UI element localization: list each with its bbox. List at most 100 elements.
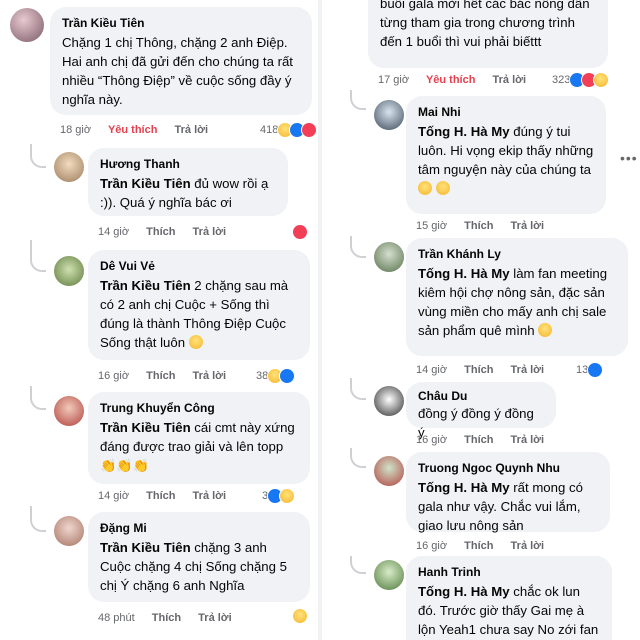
timestamp[interactable]: 16 giờ bbox=[416, 540, 447, 552]
timestamp[interactable]: 16 giờ bbox=[98, 370, 129, 382]
comment-bubble: Dê Vui Vẻ Trần Kiều Tiên 2 chặng sau mà … bbox=[88, 250, 310, 360]
timestamp[interactable]: 18 giờ bbox=[60, 124, 91, 136]
timestamp[interactable]: 14 giờ bbox=[98, 226, 129, 238]
thread-line bbox=[350, 236, 366, 258]
ellipsis-icon[interactable]: ••• bbox=[620, 150, 638, 166]
mention-link[interactable]: Trần Kiều Tiên bbox=[100, 176, 191, 191]
comment-actions: 16 giờ Thích Trả lời bbox=[98, 370, 240, 382]
reply-button[interactable]: Trả lời bbox=[493, 74, 527, 86]
author-name[interactable]: Trần Kiều Tiên bbox=[62, 15, 300, 31]
timestamp[interactable]: 48 phút bbox=[98, 612, 135, 624]
author-name[interactable]: Trần Khánh Ly bbox=[418, 246, 616, 262]
timestamp[interactable]: 17 giờ bbox=[378, 74, 409, 86]
mention-link[interactable]: Tống H. Hà My bbox=[418, 266, 510, 281]
reply-button[interactable]: Trả lời bbox=[193, 226, 227, 238]
avatar[interactable] bbox=[54, 396, 84, 426]
reply-button[interactable]: Trả lời bbox=[511, 540, 545, 552]
avatar[interactable] bbox=[374, 456, 404, 486]
avatar[interactable] bbox=[374, 386, 404, 416]
thread-line bbox=[350, 378, 366, 400]
mention-link[interactable]: Tống H. Hà My bbox=[418, 124, 510, 139]
author-name[interactable]: Truong Ngoc Quynh Nhu bbox=[418, 460, 598, 476]
reaction-summary[interactable]: 38 bbox=[256, 368, 296, 384]
like-button[interactable]: Thích bbox=[464, 364, 493, 376]
comment-actions: 14 giờ Thích Trả lời bbox=[416, 364, 558, 376]
mention-link[interactable]: Tống H. Hà My bbox=[418, 480, 510, 495]
like-button[interactable]: Yêu thích bbox=[108, 124, 158, 136]
like-button[interactable]: Thích bbox=[152, 612, 181, 624]
comment-actions: 14 giờ Thích Trả lời bbox=[98, 490, 240, 502]
haha-reaction-icon bbox=[593, 72, 610, 88]
thread-line bbox=[30, 506, 46, 532]
reaction-summary[interactable]: 323 bbox=[552, 72, 610, 88]
like-reaction-icon bbox=[587, 362, 604, 378]
avatar[interactable] bbox=[374, 242, 404, 272]
like-button[interactable]: Thích bbox=[464, 220, 493, 232]
left-comment-panel: Trần Kiều Tiên Chặng 1 chị Thông, chặng … bbox=[0, 0, 318, 640]
mention-link[interactable]: Tống H. Hà My bbox=[418, 584, 510, 599]
timestamp[interactable]: 15 giờ bbox=[416, 220, 447, 232]
thread-line bbox=[350, 556, 366, 574]
reaction-summary[interactable]: 418 bbox=[260, 122, 318, 138]
author-name[interactable]: Hanh Trinh bbox=[418, 564, 600, 580]
thread-line bbox=[30, 240, 46, 272]
reply-button[interactable]: Trả lời bbox=[193, 490, 227, 502]
reply-button[interactable]: Trả lời bbox=[198, 612, 232, 624]
comment-actions: 16 giờ Thích Trả lời bbox=[416, 540, 558, 552]
mention-link[interactable]: Trần Kiều Tiên bbox=[100, 540, 191, 555]
reaction-summary[interactable]: 13 bbox=[576, 362, 604, 378]
right-comment-panel: buổi gala mời hết các bác nông dân từng … bbox=[322, 0, 640, 640]
comment-actions: 16 giờ Thích Trả lời bbox=[416, 434, 558, 446]
author-name[interactable]: Đặng Mi bbox=[100, 520, 298, 536]
author-name[interactable]: Hương Thanh bbox=[100, 156, 276, 172]
clap-emoji-icon: 👏👏👏 bbox=[100, 458, 150, 473]
avatar[interactable] bbox=[374, 100, 404, 130]
author-name[interactable]: Dê Vui Vẻ bbox=[100, 258, 298, 274]
comment-bubble: Đặng Mi Trần Kiều Tiên chặng 3 anh Cuộc … bbox=[88, 512, 310, 602]
avatar[interactable] bbox=[54, 516, 84, 546]
author-name[interactable]: Châu Du bbox=[418, 388, 544, 404]
thread-line bbox=[350, 90, 366, 110]
like-button[interactable]: Thích bbox=[464, 540, 493, 552]
avatar[interactable] bbox=[54, 152, 84, 182]
author-name[interactable]: Trung Khuyển Công bbox=[100, 400, 298, 416]
comment-bubble: Hanh Trinh Tống H. Hà My chắc ok lun đó.… bbox=[406, 556, 612, 640]
comment-bubble: Trần Kiều Tiên Chặng 1 chị Thông, chặng … bbox=[50, 7, 312, 115]
author-name[interactable]: Mai Nhi bbox=[418, 104, 594, 120]
avatar[interactable] bbox=[54, 256, 84, 286]
comment-text: buổi gala mời hết các bác nông dân từng … bbox=[380, 0, 590, 49]
like-button[interactable]: Thích bbox=[146, 370, 175, 382]
like-button[interactable]: Thích bbox=[146, 490, 175, 502]
timestamp[interactable]: 16 giờ bbox=[416, 434, 447, 446]
reply-button[interactable]: Trả lời bbox=[193, 370, 227, 382]
haha-reaction-icon bbox=[292, 608, 308, 624]
like-reaction-icon bbox=[279, 368, 296, 384]
reaction-summary[interactable]: 3 bbox=[262, 488, 296, 504]
heart-eyes-emoji-icon bbox=[418, 181, 432, 195]
comment-bubble: Mai Nhi Tống H. Hà My đúng ý tui luôn. H… bbox=[406, 96, 606, 214]
mention-link[interactable]: Trần Kiều Tiên bbox=[100, 278, 191, 293]
comment-bubble: buổi gala mời hết các bác nông dân từng … bbox=[368, 0, 608, 68]
comment-actions: 18 giờ Yêu thích Trả lời bbox=[60, 124, 222, 136]
avatar[interactable] bbox=[10, 8, 44, 42]
reply-button[interactable]: Trả lời bbox=[511, 364, 545, 376]
like-button[interactable]: Thích bbox=[146, 226, 175, 238]
reply-button[interactable]: Trả lời bbox=[175, 124, 209, 136]
mention-link[interactable]: Trần Kiều Tiên bbox=[100, 420, 191, 435]
reply-button[interactable]: Trả lời bbox=[511, 220, 545, 232]
reply-button[interactable]: Trả lời bbox=[511, 434, 545, 446]
reaction-summary[interactable] bbox=[292, 224, 308, 240]
comment-bubble: Châu Du đồng ý đồng ý đồng ý bbox=[406, 382, 556, 440]
timestamp[interactable]: 14 giờ bbox=[98, 490, 129, 502]
like-button[interactable]: Yêu thích bbox=[426, 74, 476, 86]
comment-bubble: Hương Thanh Trần Kiều Tiên đủ wow rồi ạ … bbox=[88, 148, 288, 216]
reaction-summary[interactable] bbox=[292, 608, 308, 624]
comment-actions: 15 giờ Thích Trả lời bbox=[416, 220, 558, 232]
avatar[interactable] bbox=[374, 560, 404, 590]
like-button[interactable]: Thích bbox=[464, 434, 493, 446]
timestamp[interactable]: 14 giờ bbox=[416, 364, 447, 376]
comment-actions: 14 giờ Thích Trả lời bbox=[98, 226, 240, 238]
love-reaction-icon bbox=[292, 224, 308, 240]
haha-reaction-icon bbox=[279, 488, 296, 504]
thread-line bbox=[30, 386, 46, 410]
